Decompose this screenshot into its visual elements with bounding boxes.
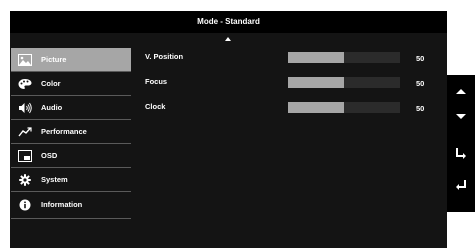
menu-item-label: Picture — [41, 55, 67, 64]
osd-icon — [18, 150, 32, 162]
setting-label: Clock — [145, 102, 166, 111]
setting-v-position[interactable]: V. Position 50 — [145, 49, 435, 74]
osd-menu: Picture Color Audio Performance OSD Syst… — [11, 48, 131, 219]
enter-icon[interactable] — [447, 144, 475, 164]
menu-item-label: Color — [41, 79, 61, 88]
settings-panel: V. Position 50 Focus 50 Clock 50 — [145, 49, 435, 124]
down-arrow-icon[interactable] — [447, 107, 475, 127]
v-position-slider[interactable] — [288, 52, 400, 63]
focus-slider[interactable] — [288, 77, 400, 88]
menu-item-color[interactable]: Color — [11, 72, 131, 96]
osd-panel: Mode - Standard Picture Color Audio Perf… — [10, 11, 447, 248]
menu-item-label: OSD — [41, 151, 58, 160]
performance-icon — [18, 127, 32, 137]
setting-clock[interactable]: Clock 50 — [145, 99, 435, 124]
menu-item-label: Audio — [41, 103, 63, 112]
gear-icon — [19, 174, 31, 186]
setting-label: Focus — [145, 77, 168, 86]
menu-item-performance[interactable]: Performance — [11, 120, 131, 144]
mode-title: Mode - Standard — [197, 17, 260, 26]
setting-label: V. Position — [145, 52, 184, 61]
palette-icon — [18, 79, 32, 89]
speaker-icon — [19, 102, 32, 114]
menu-item-picture[interactable]: Picture — [11, 48, 131, 72]
scroll-up-caret-icon — [225, 37, 231, 41]
osd-header: Mode - Standard — [10, 11, 447, 33]
menu-item-audio[interactable]: Audio — [11, 96, 131, 120]
clock-slider[interactable] — [288, 102, 400, 113]
setting-value: 50 — [416, 104, 425, 113]
up-arrow-icon[interactable] — [447, 81, 475, 101]
menu-item-label: System — [41, 175, 68, 184]
slider-fill — [288, 52, 344, 63]
slider-fill — [288, 77, 344, 88]
setting-value: 50 — [416, 54, 425, 63]
menu-item-label: Performance — [41, 127, 87, 136]
menu-item-system[interactable]: System — [11, 168, 131, 192]
return-icon[interactable] — [447, 175, 475, 195]
slider-fill — [288, 102, 344, 113]
side-button-bar — [447, 75, 475, 212]
setting-value: 50 — [416, 79, 425, 88]
menu-item-label: Information — [41, 200, 83, 209]
menu-item-information[interactable]: Information — [11, 192, 131, 219]
menu-item-osd[interactable]: OSD — [11, 144, 131, 168]
info-icon — [19, 199, 31, 211]
setting-focus[interactable]: Focus 50 — [145, 74, 435, 99]
picture-icon — [18, 54, 32, 66]
